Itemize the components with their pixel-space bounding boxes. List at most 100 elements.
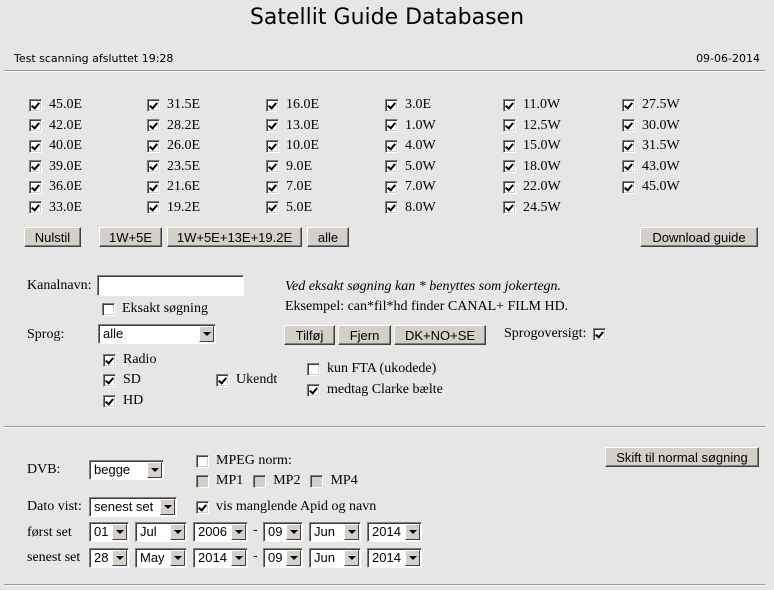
- satellite-checkbox[interactable]: [147, 160, 160, 174]
- clarke-checkbox[interactable]: [307, 383, 320, 397]
- satellite-label: 10.0E: [286, 138, 320, 154]
- last-seen-to-day-select[interactable]: 09: [263, 548, 303, 568]
- satellite-option: 10.0E: [266, 136, 319, 157]
- first-seen-to-month-select[interactable]: Jun: [309, 522, 361, 542]
- mp2-checkbox[interactable]: [253, 474, 267, 488]
- sd-option: SD: [103, 370, 141, 390]
- satellite-checkbox[interactable]: [266, 119, 279, 133]
- satellite-checkbox[interactable]: [29, 201, 42, 215]
- last-seen-from-day-select[interactable]: 28: [89, 548, 129, 568]
- first-seen-from-day-select[interactable]: 01: [89, 522, 129, 542]
- satellite-checkbox[interactable]: [622, 98, 635, 112]
- first-seen-to-year-select[interactable]: 2014: [367, 522, 422, 542]
- radio-checkbox[interactable]: [103, 353, 116, 367]
- satellite-checkbox[interactable]: [385, 139, 398, 153]
- satellite-checkbox[interactable]: [503, 98, 516, 112]
- satellite-checkbox[interactable]: [503, 160, 516, 174]
- mpeg-checkbox[interactable]: [196, 454, 209, 468]
- satellite-checkbox[interactable]: [147, 98, 160, 112]
- mp1-checkbox[interactable]: [196, 474, 209, 488]
- satellite-option: 12.5W: [503, 116, 561, 137]
- fta-checkbox[interactable]: [307, 362, 320, 376]
- select-value: 2006: [198, 524, 227, 539]
- satellite-option: 26.0E: [147, 136, 200, 157]
- dvb-select[interactable]: begge: [89, 460, 164, 480]
- satellite-checkbox[interactable]: [147, 201, 160, 215]
- page-title: Satellit Guide Databasen: [249, 5, 525, 30]
- exact-search-checkbox[interactable]: [102, 302, 115, 316]
- satellite-checkbox[interactable]: [622, 180, 635, 194]
- preset-1w5e13e19e-button[interactable]: 1W+5E+13E+19.2E: [167, 227, 302, 247]
- last-seen-from-year-select[interactable]: 2014: [193, 548, 248, 568]
- satellite-checkbox[interactable]: [29, 180, 42, 194]
- chevron-down-icon: [147, 462, 162, 478]
- satellite-checkbox[interactable]: [385, 201, 398, 215]
- sd-checkbox[interactable]: [103, 373, 116, 387]
- first-seen-to-day-select[interactable]: 09: [263, 522, 303, 542]
- satellite-checkbox[interactable]: [503, 180, 516, 194]
- reset-button[interactable]: Nulstil: [24, 227, 81, 247]
- first-seen-from-year-select[interactable]: 2006: [193, 522, 248, 542]
- satellite-checkbox[interactable]: [503, 119, 516, 133]
- date-shown-value: senest set: [94, 499, 154, 514]
- unknown-checkbox[interactable]: [216, 373, 229, 387]
- hd-checkbox[interactable]: [103, 394, 116, 408]
- satellite-checkbox[interactable]: [266, 160, 279, 174]
- satellite-checkbox[interactable]: [266, 98, 279, 112]
- satellite-checkbox[interactable]: [29, 139, 42, 153]
- satellite-checkbox[interactable]: [622, 119, 635, 133]
- satellite-checkbox[interactable]: [503, 201, 516, 215]
- satellite-checkbox[interactable]: [385, 180, 398, 194]
- last-seen-from-month-select[interactable]: May: [135, 548, 187, 568]
- date-shown-select[interactable]: senest set: [89, 497, 177, 517]
- satellite-checkbox[interactable]: [385, 160, 398, 174]
- satellite-checkbox[interactable]: [266, 180, 279, 194]
- satellite-checkbox[interactable]: [147, 180, 160, 194]
- satellite-checkbox[interactable]: [147, 119, 160, 133]
- channel-name-input[interactable]: [97, 275, 244, 296]
- channel-name-label: Kanalnavn:: [27, 278, 92, 293]
- preset-1w5e-button[interactable]: 1W+5E: [99, 227, 162, 247]
- language-overview-checkbox[interactable]: [593, 327, 607, 341]
- chevron-down-icon: [231, 524, 246, 540]
- satellite-checkbox[interactable]: [266, 201, 279, 215]
- satellite-checkbox[interactable]: [147, 139, 160, 153]
- download-guide-button[interactable]: Download guide: [640, 227, 758, 247]
- satellite-checkbox[interactable]: [385, 119, 398, 133]
- select-value: Jun: [314, 524, 335, 539]
- satellite-checkbox[interactable]: [29, 98, 42, 112]
- last-seen-to-month-select[interactable]: Jun: [309, 548, 361, 568]
- satellite-label: 7.0W: [405, 179, 436, 195]
- satellite-option: 22.0W: [503, 177, 561, 198]
- mp2-label: MP2: [273, 473, 301, 488]
- satellite-label: 23.5E: [167, 158, 201, 174]
- satellite-checkbox[interactable]: [266, 139, 279, 153]
- remove-language-button[interactable]: Fjern: [338, 325, 391, 345]
- all-button[interactable]: alle: [307, 227, 349, 247]
- satellite-label: 43.0W: [642, 158, 680, 174]
- select-value: 2014: [198, 550, 227, 565]
- satellite-checkbox[interactable]: [622, 160, 635, 174]
- mp4-checkbox[interactable]: [310, 474, 324, 488]
- language-select[interactable]: alle: [98, 324, 216, 344]
- satellite-label: 24.5W: [523, 199, 561, 215]
- satellite-label: 42.0E: [49, 117, 83, 133]
- satellite-checkbox[interactable]: [29, 160, 42, 174]
- missing-apid-checkbox[interactable]: [196, 500, 209, 514]
- satellite-option: 31.5W: [622, 136, 680, 157]
- clarke-label: medtag Clarke bælte: [327, 382, 443, 397]
- satellite-checkbox[interactable]: [385, 98, 398, 112]
- select-value: 2014: [372, 550, 401, 565]
- switch-normal-search-button[interactable]: Skift til normal søgning: [605, 447, 759, 467]
- satellite-label: 30.0W: [642, 117, 680, 133]
- satellite-option: 5.0E: [266, 198, 319, 219]
- satellite-checkbox[interactable]: [29, 119, 42, 133]
- satellite-checkbox[interactable]: [622, 139, 635, 153]
- satellite-option: 16.0E: [266, 95, 319, 116]
- satellite-checkbox[interactable]: [503, 139, 516, 153]
- first-seen-from-month-select[interactable]: Jul: [135, 522, 187, 542]
- add-language-button[interactable]: Tilføj: [284, 325, 335, 345]
- dk-no-se-button[interactable]: DK+NO+SE: [394, 325, 486, 345]
- divider: [4, 70, 765, 72]
- last-seen-to-year-select[interactable]: 2014: [367, 548, 422, 568]
